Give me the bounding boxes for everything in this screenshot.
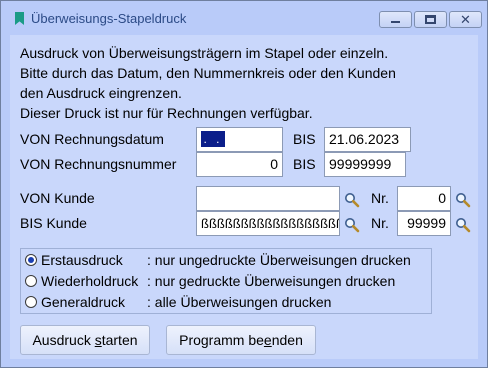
bookmark-icon <box>15 12 24 25</box>
dialog-content: Ausdruck von Überweisungsträgern im Stap… <box>10 35 478 359</box>
maximize-icon <box>425 15 436 24</box>
button-label-part: Ausdruck <box>32 332 95 348</box>
bis-label: BIS <box>293 156 316 172</box>
window-title: Überweisungs-Stapeldruck <box>31 11 187 26</box>
bis-label: BIS <box>293 131 316 147</box>
bis-kunde-label: BIS Kunde <box>20 215 87 231</box>
button-label-part: nden <box>271 332 303 348</box>
close-button[interactable]: ✕ <box>449 11 482 28</box>
search-icon[interactable] <box>455 217 471 233</box>
radio-label: Erstausdruck <box>41 252 123 268</box>
close-icon: ✕ <box>460 12 471 27</box>
radio-erstausdruck[interactable]: Erstausdruck <box>25 250 123 270</box>
maximize-button[interactable] <box>414 11 447 28</box>
von-kunde-label: VON Kunde <box>20 190 95 206</box>
radio-button[interactable] <box>25 296 37 308</box>
radio-generaldruck[interactable]: Generaldruck <box>25 292 125 312</box>
intro-line: Bitte durch das Datum, den Nummernkreis … <box>20 65 396 81</box>
radio-label: Wiederholdruck <box>41 273 139 289</box>
von-rechnungsnummer-label: VON Rechnungsnummer <box>20 156 177 172</box>
von-rechnungsdatum-label: VON Rechnungsdatum <box>20 131 164 147</box>
minimize-button[interactable] <box>379 11 412 28</box>
intro-line: den Ausdruck eingrenzen. <box>20 85 182 101</box>
intro-text: Ausdruck von Überweisungsträgern im Stap… <box>20 43 396 123</box>
intro-line: Ausdruck von Überweisungsträgern im Stap… <box>20 45 389 61</box>
radio-button[interactable] <box>25 254 37 266</box>
title-bar[interactable]: Überweisungs-Stapeldruck ✕ <box>1 1 487 34</box>
intro-line: Dieser Druck ist nur für Rechnungen verf… <box>20 105 313 121</box>
radio-description: : alle Überweisungen drucken <box>147 294 332 310</box>
button-label-part: Programm be <box>179 332 264 348</box>
end-program-button[interactable]: Programm be e nden <box>166 325 316 355</box>
minimize-icon <box>391 21 400 23</box>
bis-rechnungsnummer-field[interactable]: 99999999 <box>324 152 406 177</box>
date-selection: . . <box>201 131 225 147</box>
radio-button[interactable] <box>25 275 37 287</box>
nr-label: Nr. <box>371 190 389 206</box>
search-icon[interactable] <box>344 192 360 208</box>
radio-description: : nur ungedruckte Überweisungen drucken <box>147 252 411 268</box>
start-print-button[interactable]: Ausdruck s tarten <box>20 325 150 355</box>
von-rechnungsnummer-field[interactable]: 0 <box>196 152 283 177</box>
nr-label: Nr. <box>371 215 389 231</box>
dialog-window: Überweisungs-Stapeldruck ✕ Ausdruck von … <box>0 0 488 368</box>
bis-kunde-field[interactable]: ßßßßßßßßßßßßßßßßßßßß <box>196 211 340 236</box>
button-label-part: tarten <box>101 332 138 348</box>
radio-wiederholdruck[interactable]: Wiederholdruck <box>25 271 138 291</box>
search-icon[interactable] <box>455 192 471 208</box>
bis-rechnungsdatum-field[interactable]: 21.06.2023 <box>324 127 411 152</box>
bis-kunde-nr-field[interactable]: 99999 <box>397 211 451 236</box>
search-icon[interactable] <box>344 217 360 233</box>
von-kunde-nr-field[interactable]: 0 <box>397 186 451 211</box>
radio-label: Generaldruck <box>41 294 126 310</box>
von-kunde-field[interactable] <box>196 186 340 211</box>
radio-description: : nur gedruckte Überweisungen drucken <box>147 273 396 289</box>
button-mnemonic: s <box>94 332 102 348</box>
print-mode-group: Erstausdruck : nur ungedruckte Überweisu… <box>20 248 432 314</box>
von-rechnungsdatum-field[interactable]: . . <box>196 127 283 152</box>
button-mnemonic: e <box>263 332 272 348</box>
